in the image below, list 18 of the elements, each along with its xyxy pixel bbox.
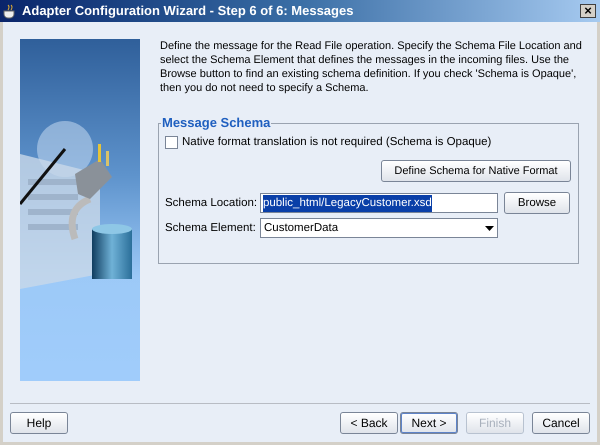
close-button[interactable]: × <box>580 4 596 18</box>
opaque-checkbox[interactable] <box>165 136 178 150</box>
group-title: Message Schema <box>161 115 272 131</box>
description-text: Define the message for the Read File operation. Specify the Schema File Location and select the Schema Element that defines the messages in the incoming files. Use the Browse button to find an existing schema definition. If you check 'Schema is Opaque', then you do not need to specify a Schema. <box>160 39 583 95</box>
field-label: Schema Element: <box>165 220 257 236</box>
browse-button[interactable]: Browse <box>504 192 570 214</box>
field-value: public_html/LegacyCustomer.xsd <box>263 194 432 212</box>
dialog-button[interactable]: < Back <box>340 412 398 434</box>
dialog-button[interactable]: Help <box>10 412 68 434</box>
checkbox-label: Native format translation is not required (Schema is Opaque) <box>182 135 492 150</box>
dialog-button[interactable]: Cancel <box>532 412 590 434</box>
dialog-button[interactable]: Next > <box>400 412 458 434</box>
schema-location-field[interactable]: public_html/LegacyCustomer.xsd <box>260 193 498 214</box>
schema-element-dropdown[interactable]: CustomerData <box>260 218 498 238</box>
field-label: Schema Location: <box>165 196 258 211</box>
dropdown-arrow-icon <box>485 226 494 231</box>
window-title: Adapter Configuration Wizard - Step 6 of 6: Messages <box>22 2 354 20</box>
define-schema-button[interactable]: Define Schema for Native Format <box>381 160 571 182</box>
